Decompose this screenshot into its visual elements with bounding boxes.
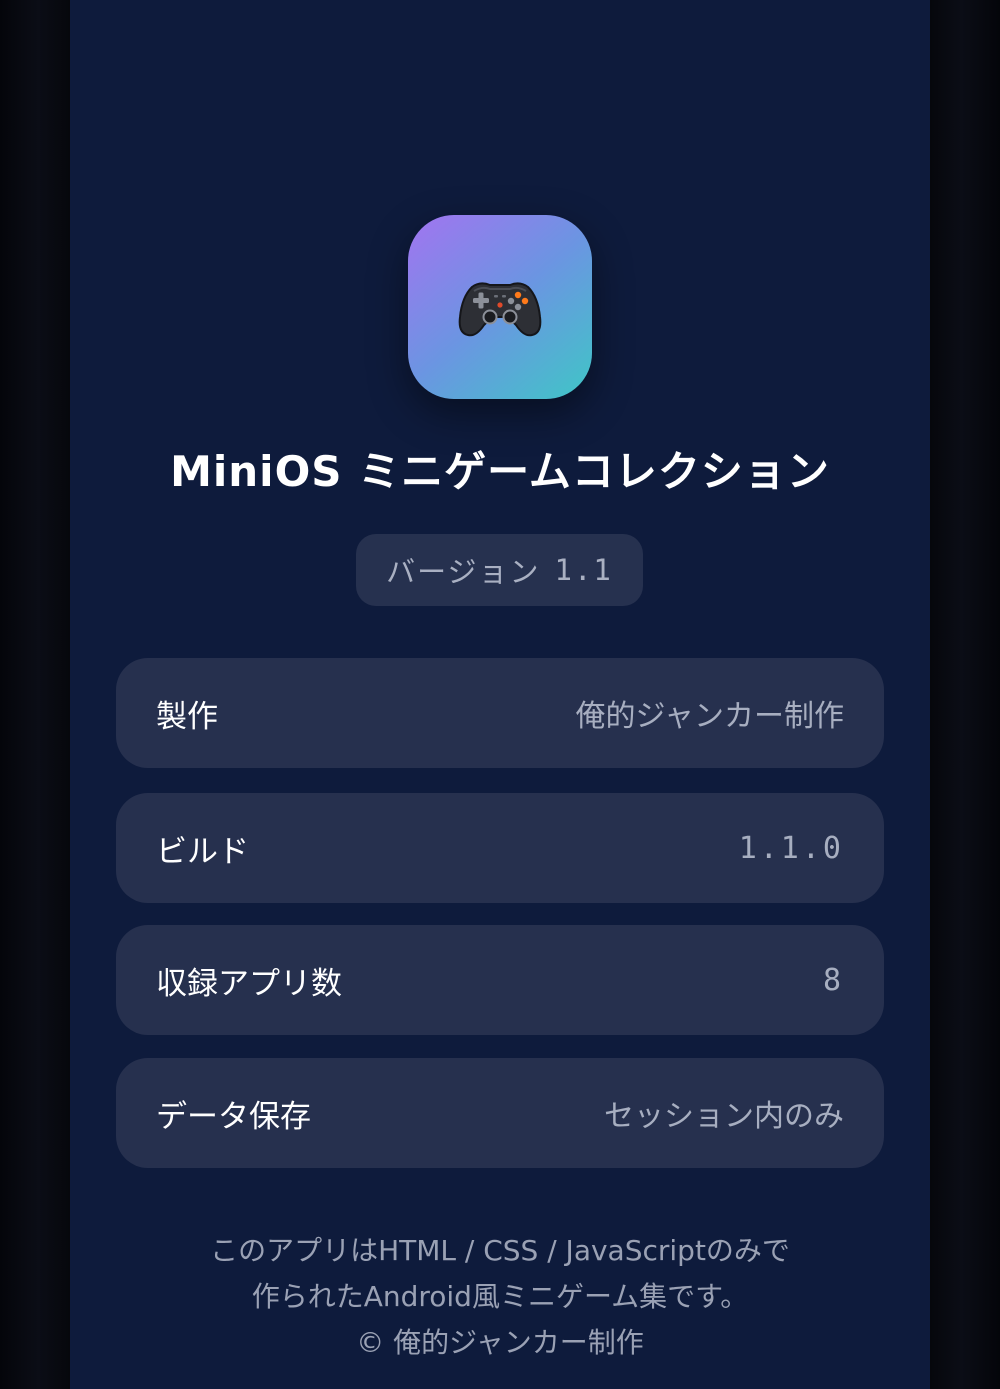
footer-description: このアプリはHTML / CSS / JavaScriptのみで 作られたAnd…	[70, 1228, 930, 1366]
info-row-label: 製作	[156, 698, 218, 735]
copyright-text: © 俺的ジャンカー制作	[356, 1326, 644, 1359]
footer-line: このアプリはHTML / CSS / JavaScriptのみで	[210, 1234, 790, 1267]
version-badge: バージョン 1.1	[356, 534, 643, 606]
info-row-build: ビルド 1.1.0	[116, 793, 884, 903]
info-row-label: ビルド	[156, 833, 249, 870]
info-row-label: 収録アプリ数	[156, 965, 342, 1002]
about-screen: MiniOS ミニゲームコレクション バージョン 1.1 製作 俺的ジャンカー制…	[70, 0, 930, 1389]
app-title: MiniOS ミニゲームコレクション	[170, 447, 830, 496]
game-controller-icon	[458, 282, 542, 337]
info-row-value: セッション内のみ	[604, 1099, 844, 1134]
info-row-data-storage: データ保存 セッション内のみ	[116, 1058, 884, 1168]
info-row-value: 8	[822, 962, 844, 998]
info-row-maker: 製作 俺的ジャンカー制作	[116, 658, 884, 768]
info-row-value: 俺的ジャンカー制作	[575, 699, 845, 734]
info-row-label: データ保存	[156, 1098, 311, 1135]
device-bezel-left	[0, 0, 70, 1389]
device-bezel-right	[930, 0, 1000, 1389]
footer-line: 作られたAndroid風ミニゲーム集です。	[251, 1280, 749, 1313]
version-number: 1.1	[554, 553, 613, 587]
info-row-value: 1.1.0	[738, 830, 844, 866]
info-row-app-count: 収録アプリ数 8	[116, 925, 884, 1035]
version-label: バージョン	[386, 555, 541, 589]
app-icon	[408, 215, 592, 399]
